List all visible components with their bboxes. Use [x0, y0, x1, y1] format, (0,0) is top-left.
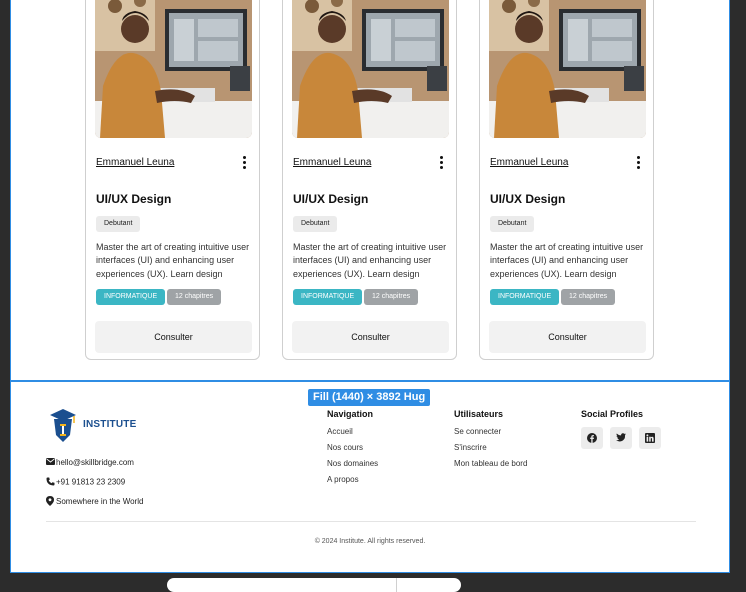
facebook-button[interactable] — [581, 427, 603, 449]
toolbar-divider — [396, 578, 397, 592]
linkedin-button[interactable] — [639, 427, 661, 449]
user-link-register[interactable]: S'inscrire — [454, 443, 487, 452]
nav-link-accueil[interactable]: Accueil — [327, 427, 353, 436]
navigation-heading: Navigation — [327, 409, 374, 419]
phone-icon — [46, 477, 56, 488]
social-heading: Social Profiles — [581, 409, 644, 419]
user-link-login[interactable]: Se connecter — [454, 427, 501, 436]
nav-link-cours[interactable]: Nos cours — [327, 443, 363, 452]
linkedin-icon — [645, 433, 655, 443]
nav-link-domaines[interactable]: Nos domaines — [327, 459, 378, 468]
contact-email[interactable]: hello@skillbridge.com — [46, 458, 134, 467]
phone-text: +91 91813 23 2309 — [56, 477, 126, 487]
bottom-toolbar[interactable] — [167, 578, 461, 592]
logo-mark-icon — [50, 409, 76, 442]
contact-address: Somewhere in the World — [46, 496, 143, 508]
twitter-button[interactable] — [610, 427, 632, 449]
location-pin-icon — [46, 496, 56, 508]
mail-icon — [46, 458, 56, 467]
institute-logo[interactable]: INSTITUTE — [46, 407, 141, 443]
user-link-dashboard[interactable]: Mon tableau de bord — [454, 459, 527, 468]
facebook-icon — [587, 433, 597, 443]
users-heading: Utilisateurs — [454, 409, 504, 419]
nav-link-apropos[interactable]: A propos — [327, 475, 359, 484]
address-text: Somewhere in the World — [56, 497, 144, 507]
email-text: hello@skillbridge.com — [56, 458, 134, 467]
twitter-icon — [616, 433, 626, 442]
logo-text: INSTITUTE — [83, 419, 137, 430]
selection-outline-cards — [10, 0, 730, 381]
footer-divider — [46, 521, 696, 522]
size-badge: Fill (1440) × 3892 Hug — [308, 389, 431, 406]
copyright-text: © 2024 Institute. All rights reserved. — [314, 538, 426, 545]
contact-phone[interactable]: +91 91813 23 2309 — [46, 477, 125, 488]
